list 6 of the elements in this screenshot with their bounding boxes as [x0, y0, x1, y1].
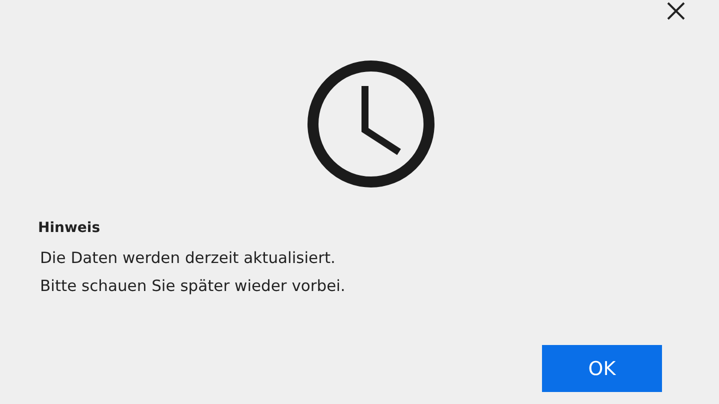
dialog-heading: Hinweis [38, 220, 102, 236]
dialog-message: Die Daten werden derzeit aktualisiert. Bitte schauen Sie später wieder vorbei. [40, 248, 346, 297]
close-button[interactable] [667, 2, 685, 20]
clock-icon [306, 60, 434, 188]
close-icon [667, 2, 685, 20]
ok-button[interactable]: OK [542, 345, 662, 392]
